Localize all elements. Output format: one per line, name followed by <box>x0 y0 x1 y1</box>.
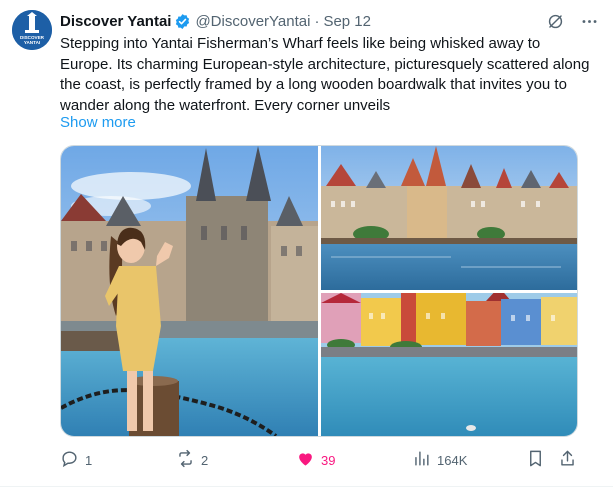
tweet[interactable]: DISCOVER YANTAI Discover Yantai @Discove… <box>0 0 613 487</box>
repost-count: 2 <box>201 452 209 468</box>
reply-icon <box>60 449 79 471</box>
views-icon <box>412 449 431 471</box>
separator-dot: · <box>314 12 320 30</box>
tweet-actions: 1 2 39 164K <box>60 449 582 471</box>
reply-button[interactable]: 1 <box>60 449 92 471</box>
header-actions <box>545 11 599 31</box>
like-count: 39 <box>321 452 336 468</box>
share-button[interactable] <box>558 449 577 471</box>
avatar[interactable]: DISCOVER YANTAI <box>12 10 52 50</box>
svg-text:YANTAI: YANTAI <box>24 40 40 45</box>
bookmark-icon <box>526 449 545 471</box>
repost-icon <box>176 449 195 471</box>
more-icon[interactable] <box>579 11 599 31</box>
media-grid <box>60 145 578 437</box>
grok-icon[interactable] <box>545 11 565 31</box>
reply-count: 1 <box>85 452 93 468</box>
share-icon <box>558 449 577 471</box>
bookmark-button[interactable] <box>526 449 545 471</box>
views-button[interactable]: 164K <box>412 449 467 471</box>
show-more-link[interactable]: Show more <box>60 114 136 131</box>
views-count: 164K <box>437 452 468 468</box>
like-icon <box>296 449 315 471</box>
photo-woman-at-harbor[interactable] <box>61 146 318 436</box>
handle[interactable]: @DiscoverYantai <box>195 13 310 30</box>
display-name[interactable]: Discover Yantai <box>60 13 171 30</box>
like-button[interactable]: 39 <box>296 449 335 471</box>
post-date[interactable]: Sep 12 <box>323 13 371 30</box>
tweet-text: Stepping into Yantai Fisherman’s Wharf f… <box>60 35 590 114</box>
tweet-header: Discover Yantai @DiscoverYantai · Sep 12 <box>60 11 599 31</box>
verified-badge-icon <box>174 13 191 30</box>
photo-castle-buildings[interactable] <box>321 146 577 290</box>
photo-colorful-waterfront[interactable] <box>321 293 577 436</box>
repost-button[interactable]: 2 <box>176 449 208 471</box>
